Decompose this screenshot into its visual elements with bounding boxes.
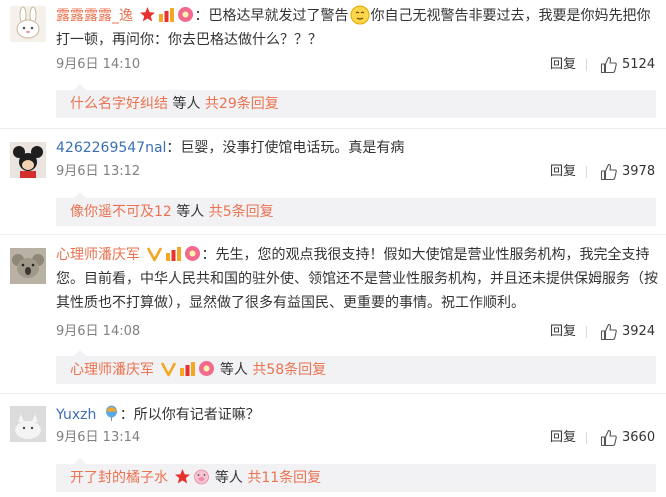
reply-user-link[interactable]: 心理师潘庆军: [70, 362, 154, 378]
reply-summary-suffix: 等人: [171, 204, 209, 220]
comment-text: 4262269547nal：巨婴，没事打使馆电话玩。真是有病: [56, 136, 656, 160]
avatar[interactable]: [10, 248, 46, 284]
username-link[interactable]: 露露露露_逸: [56, 8, 133, 24]
divider: [586, 326, 587, 338]
reply-button[interactable]: 回复: [550, 162, 576, 182]
comment-meta: 9月6日 13:12 回复 3978: [56, 162, 656, 182]
balloon-badge-icon: [103, 405, 120, 422]
red-star-badge-icon: [139, 6, 156, 23]
comment-body: 所以你有记者证嘛？: [133, 407, 260, 423]
reply-count-link[interactable]: 共5条回复: [209, 204, 274, 220]
comment-body: 巨婴，没事打使馆电话玩。真是有病: [180, 140, 405, 156]
reply-button[interactable]: 回复: [550, 322, 576, 342]
verified-v-badge-icon: [146, 245, 163, 262]
username-suffix: ：: [119, 407, 134, 423]
comment-body: 其性质也不打算做），显然做了很多有益国民、更重要的事情。祝工作顺利。: [56, 295, 525, 311]
reply-button[interactable]: 回复: [550, 55, 576, 75]
thumbs-up-icon: [600, 56, 617, 74]
verified-v-badge-icon: [160, 359, 177, 377]
username-suffix: ：: [201, 247, 216, 263]
pig-badge-icon: [193, 467, 210, 485]
timestamp: 9月6日 14:10: [56, 57, 141, 72]
flower-badge-icon: [198, 359, 215, 376]
like-count: 3924: [622, 324, 656, 339]
username-link[interactable]: Yuxzh: [56, 407, 96, 423]
username-suffix: ：: [166, 140, 181, 156]
comment-text: 心理师潘庆军 ：先生，您的观点我很支持！假如大使馆是营业性服务机构，我完全支持 …: [56, 243, 658, 315]
timestamp: 9月6日 13:12: [56, 164, 141, 179]
reply-count-link[interactable]: 共58条回复: [252, 362, 326, 378]
cat-avatar-icon: [10, 406, 46, 442]
avatar[interactable]: [10, 6, 46, 42]
koala-avatar-icon: [10, 248, 46, 284]
comment-meta: 9月6日 14:10 回复 5124: [56, 55, 656, 75]
mickey-avatar-icon: [10, 142, 46, 178]
divider: [0, 234, 666, 235]
comment-body: 先生，您的观点我很支持！假如大使馆是营业性服务机构，我完全支持: [215, 247, 650, 263]
reply-count-link[interactable]: 共29条回复: [205, 96, 279, 112]
caret: [74, 192, 86, 198]
growth-badge-icon: [158, 6, 175, 23]
emoji-icon: [350, 5, 370, 25]
reply-summary[interactable]: 心理师潘庆军 等人 共58条回复: [56, 350, 656, 384]
reply-summary[interactable]: 什么名字好纠结 等人 共29条回复: [56, 84, 656, 118]
thumbs-up-icon: [600, 323, 617, 341]
divider: [586, 59, 587, 71]
divider: [586, 166, 587, 178]
reply-summary[interactable]: 像你遥不可及12 等人 共5条回复: [56, 192, 656, 226]
comment-meta: 9月6日 13:14 回复 3660: [56, 428, 656, 448]
thumbs-up-icon: [600, 429, 617, 447]
like-count: 5124: [622, 57, 656, 72]
divider: [0, 128, 666, 129]
flower-badge-icon: [184, 245, 201, 262]
timestamp: 9月6日 14:08: [56, 324, 141, 339]
thumbs-up-icon: [600, 163, 617, 181]
growth-badge-icon: [179, 359, 196, 376]
caret: [74, 84, 86, 90]
reply-user-link[interactable]: 开了封的橘子水: [70, 470, 168, 486]
reply-count-link[interactable]: 共11条回复: [247, 470, 321, 486]
red-star-badge-icon: [174, 467, 191, 484]
reply-user-link[interactable]: 什么名字好纠结: [70, 96, 168, 112]
username-link[interactable]: 心理师潘庆军: [56, 247, 140, 263]
like-count: 3978: [622, 164, 656, 179]
comment-meta: 9月6日 14:08 回复 3924: [56, 322, 656, 342]
caret: [74, 350, 86, 356]
divider: [586, 432, 587, 444]
rabbit-avatar-icon: [10, 6, 46, 42]
comment-body: 打一顿，再问你：你去巴格达做什么？？？: [56, 32, 322, 48]
reply-summary-suffix: 等人: [168, 96, 205, 112]
like-count: 3660: [622, 430, 656, 445]
username-suffix: ：: [194, 8, 209, 24]
caret: [74, 458, 86, 464]
comment-body: 您。目前看，中华人民共和国的驻外使、领馆还不是营业性服务机构，并且还未提供保姆服…: [56, 271, 658, 287]
reply-button[interactable]: 回复: [550, 428, 576, 448]
reply-summary-suffix: 等人: [210, 470, 248, 486]
comment-text: 露露露露_逸 ：巴格达早就发过了警告 你自己无视警告非要过去，我要是你妈先把你 …: [56, 4, 656, 52]
comment-text: Yuxzh ：所以你有记者证嘛？: [56, 403, 656, 427]
avatar[interactable]: [10, 406, 46, 442]
username-link[interactable]: 4262269547nal: [56, 140, 166, 156]
comment-body: 你自己无视警告非要过去，我要是你妈先把你: [370, 8, 651, 24]
comment-body: 巴格达早就发过了警告: [208, 8, 349, 24]
flower-badge-icon: [177, 6, 194, 23]
timestamp: 9月6日 13:14: [56, 430, 141, 445]
growth-badge-icon: [165, 245, 182, 262]
divider: [0, 393, 666, 394]
avatar[interactable]: [10, 142, 46, 178]
reply-summary-suffix: 等人: [215, 362, 253, 378]
reply-summary[interactable]: 开了封的橘子水 等人 共11条回复: [56, 458, 656, 492]
reply-user-link[interactable]: 像你遥不可及12: [70, 204, 172, 220]
